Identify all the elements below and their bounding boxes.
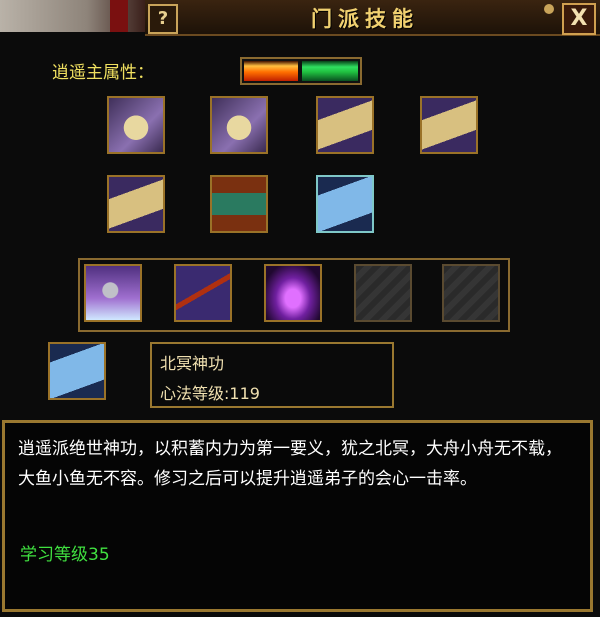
skill-book-1-icon[interactable] bbox=[107, 96, 165, 154]
wood-attribute-icon bbox=[302, 61, 358, 81]
ornament-icon bbox=[544, 4, 554, 14]
skill-scroll-bamboo-icon[interactable] bbox=[316, 96, 374, 154]
window-title: 门派技能 bbox=[311, 7, 419, 31]
skill-book-2-icon[interactable] bbox=[210, 96, 268, 154]
martial-skill-wave-icon[interactable] bbox=[84, 264, 142, 322]
skill-chest-icon[interactable] bbox=[210, 175, 268, 233]
skill-scroll-4-icon[interactable] bbox=[420, 96, 478, 154]
skill-name: 北冥神功 bbox=[160, 354, 225, 373]
attribute-indicator bbox=[240, 57, 362, 85]
martial-skill-spear-icon[interactable] bbox=[174, 264, 232, 322]
fire-attribute-icon bbox=[244, 61, 298, 81]
martial-skill-purple-icon[interactable] bbox=[264, 264, 322, 322]
close-button[interactable]: X bbox=[562, 3, 596, 35]
description-text: 逍遥派绝世神功，以积蓄内力为第一要义，犹之北冥，大舟小舟无不载，大鱼小鱼无不容。… bbox=[18, 439, 562, 489]
requirement-text: 学习等级35 bbox=[20, 545, 110, 565]
skill-level: 心法等级:119 bbox=[160, 384, 260, 403]
skill-scroll-5-icon[interactable] bbox=[107, 175, 165, 233]
locked-slot-icon bbox=[442, 264, 500, 322]
attribute-label: 逍遥主属性： bbox=[52, 63, 154, 83]
skill-blue-scroll-icon[interactable] bbox=[316, 175, 374, 233]
background-scene bbox=[0, 0, 145, 32]
locked-slot-icon bbox=[354, 264, 412, 322]
help-button[interactable]: ? bbox=[148, 4, 178, 34]
selected-skill-icon bbox=[48, 342, 106, 400]
